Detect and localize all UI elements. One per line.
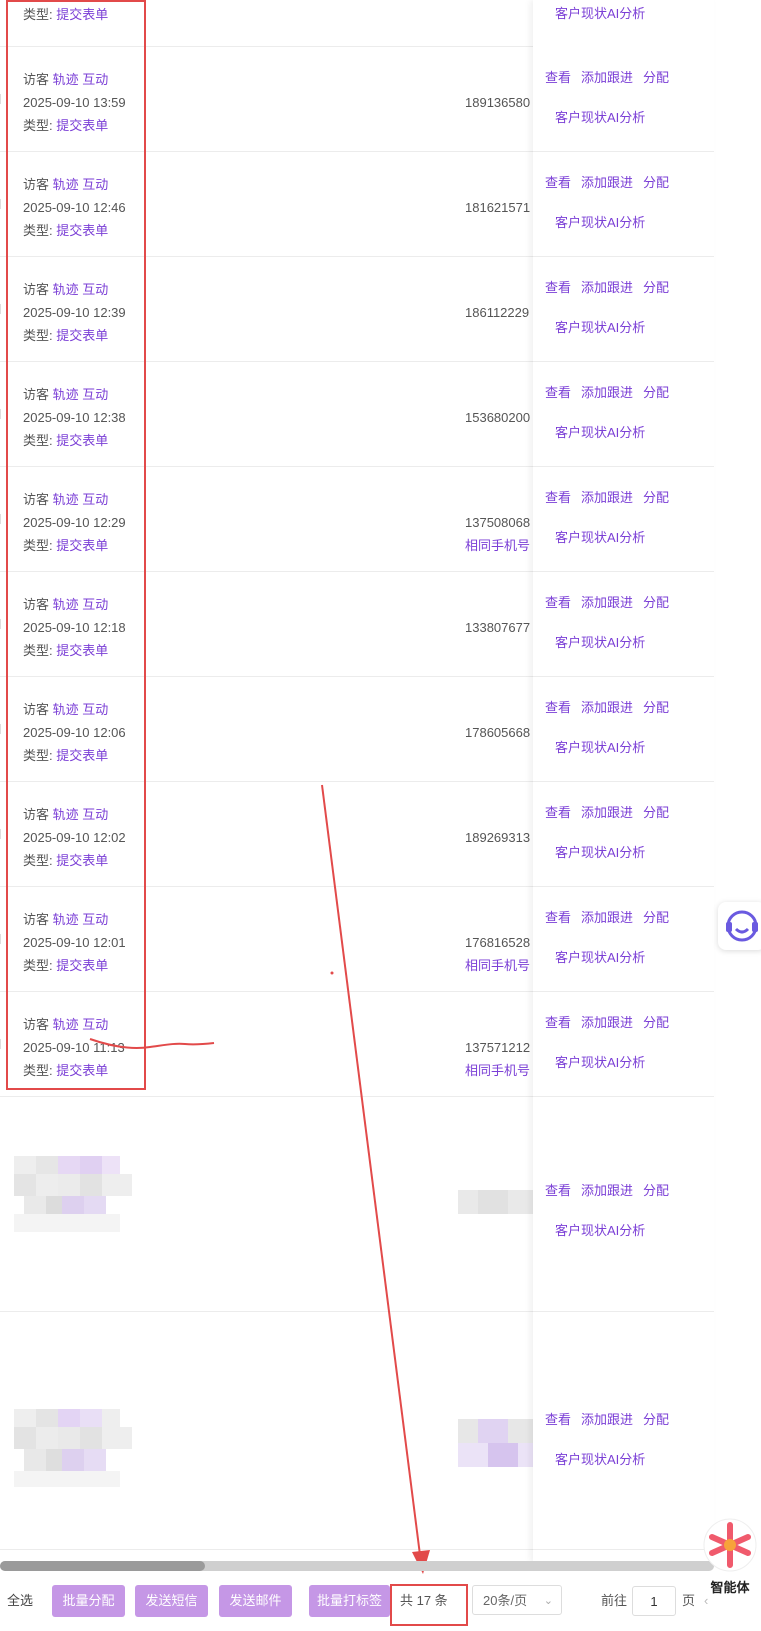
chevron-down-icon: ⌄ [543, 1595, 553, 1607]
agent-logo-icon [703, 1518, 757, 1572]
table-footer: 全选 批量分配 发送短信 发送邮件 批量打标签 共 17 条 20条/页 ⌄ 前… [0, 1585, 761, 1625]
page-unit-label: 页 [682, 1593, 696, 1608]
send-email-button[interactable]: 发送邮件 [219, 1585, 292, 1617]
page-input[interactable]: 1 [632, 1586, 676, 1616]
select-all-label[interactable]: 全选 [7, 1585, 33, 1617]
headset-icon [726, 910, 758, 942]
agent-widget[interactable]: 智能体 [700, 1515, 760, 1595]
batch-assign-button[interactable]: 批量分配 [52, 1585, 125, 1617]
agent-label: 智能体 [710, 1580, 750, 1595]
send-sms-button[interactable]: 发送短信 [135, 1585, 208, 1617]
scrollbar-thumb[interactable] [0, 1561, 205, 1571]
batch-tag-button[interactable]: 批量打标签 [309, 1585, 390, 1617]
annotation-overlay [89, 784, 468, 1626]
page-size-select[interactable]: 20条/页 ⌄ [472, 1585, 562, 1615]
goto-label: 前往 [601, 1593, 628, 1608]
page-size-value: 20条/页 [483, 1593, 528, 1608]
support-float-button[interactable] [718, 902, 761, 950]
total-count: 共 17 条 [400, 1593, 448, 1608]
